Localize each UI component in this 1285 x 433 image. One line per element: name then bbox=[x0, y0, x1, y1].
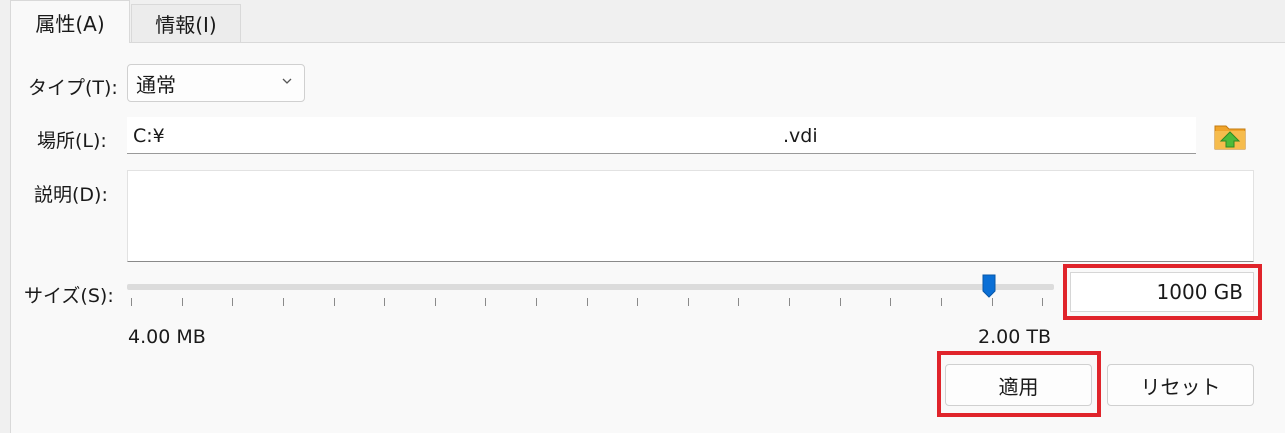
slider-tick bbox=[536, 298, 537, 306]
tab-information[interactable]: 情報(I) bbox=[131, 4, 241, 42]
reset-button[interactable]: リセット bbox=[1107, 364, 1254, 406]
slider-tick bbox=[738, 298, 739, 306]
type-label: タイプ(T): bbox=[28, 77, 118, 99]
slider-tick bbox=[789, 298, 790, 306]
folder-icon[interactable] bbox=[1212, 118, 1248, 154]
highlight-size-field bbox=[1063, 264, 1262, 320]
slider-tick bbox=[334, 298, 335, 306]
slider-tick bbox=[992, 298, 993, 306]
slider-tick bbox=[941, 298, 942, 306]
size-label: サイズ(S): bbox=[24, 285, 114, 307]
type-value: 通常 bbox=[136, 72, 176, 97]
size-slider-thumb[interactable] bbox=[982, 274, 996, 298]
slider-tick bbox=[485, 298, 486, 306]
slider-tick bbox=[587, 298, 588, 306]
slider-tick bbox=[131, 298, 132, 306]
location-label: 場所(L): bbox=[37, 130, 107, 152]
size-slider-track[interactable] bbox=[127, 284, 1054, 290]
size-max-label: 2.00 TB bbox=[978, 326, 1051, 348]
slider-tick bbox=[1042, 298, 1043, 306]
tab-information-label: 情報(I) bbox=[155, 13, 217, 37]
description-label: 説明(D): bbox=[34, 184, 108, 206]
slider-tick bbox=[182, 298, 183, 306]
tab-attributes[interactable]: 属性(A) bbox=[10, 0, 130, 43]
location-value-suffix: .vdi bbox=[783, 125, 818, 147]
slider-tick bbox=[688, 298, 689, 306]
tab-bar: 属性(A) 情報(I) bbox=[0, 0, 1285, 43]
location-value-prefix: C:¥ bbox=[133, 125, 165, 147]
size-min-label: 4.00 MB bbox=[128, 326, 206, 348]
slider-tick bbox=[283, 298, 284, 306]
type-combobox[interactable]: 通常 bbox=[127, 64, 305, 102]
reset-button-label: リセット bbox=[1140, 374, 1221, 399]
slider-tick bbox=[232, 298, 233, 306]
slider-tick bbox=[384, 298, 385, 306]
highlight-apply-button bbox=[937, 351, 1101, 417]
slider-tick bbox=[435, 298, 436, 306]
slider-tick bbox=[637, 298, 638, 306]
tab-attributes-label: 属性(A) bbox=[35, 11, 105, 36]
slider-tick bbox=[890, 298, 891, 306]
location-field[interactable]: C:¥ .vdi bbox=[127, 117, 1196, 154]
slider-tick bbox=[840, 298, 841, 306]
description-field[interactable] bbox=[127, 170, 1254, 262]
chevron-down-icon bbox=[282, 78, 292, 84]
